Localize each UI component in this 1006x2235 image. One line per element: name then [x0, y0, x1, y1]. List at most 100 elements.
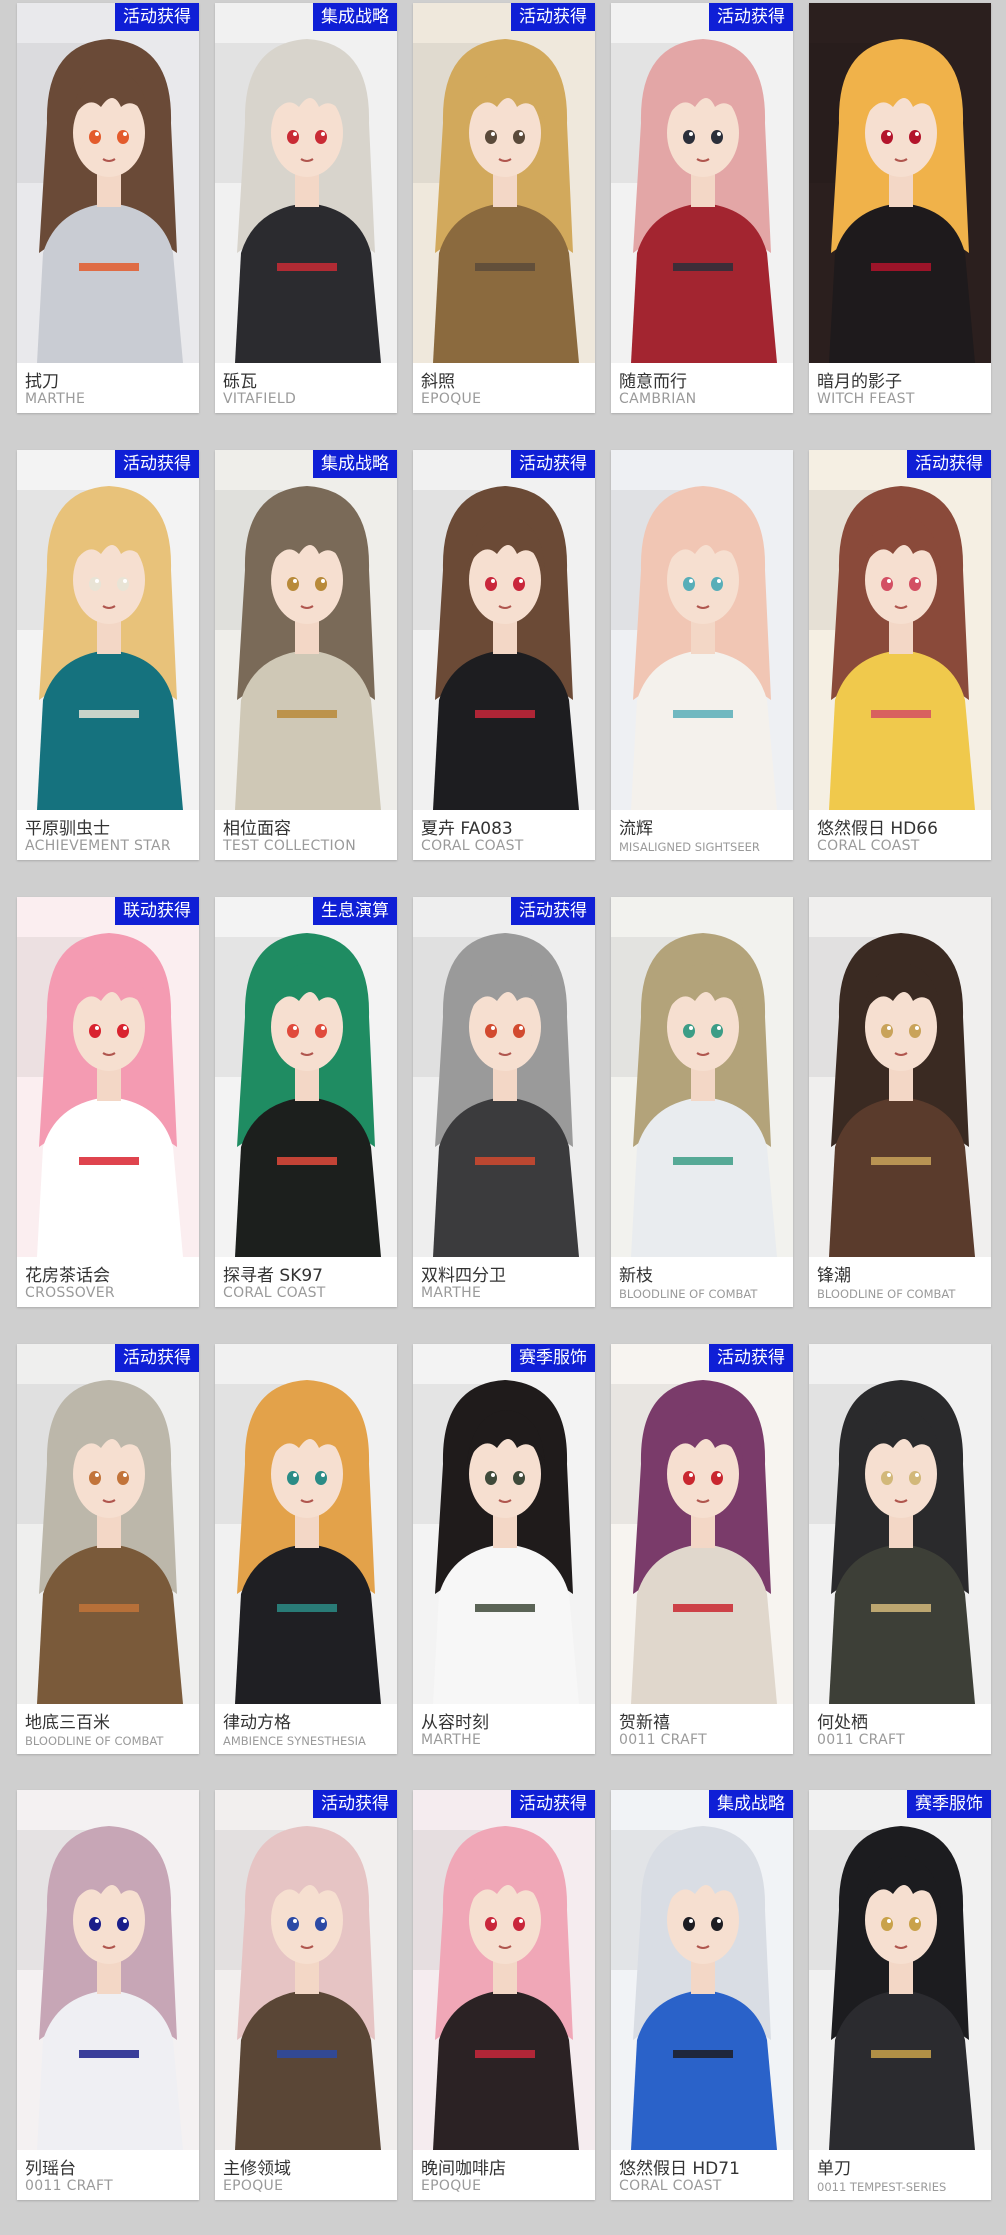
skin-name: 晚间咖啡店	[421, 2159, 506, 2179]
skin-card[interactable]: 活动获得悠然假日 HD66 CORAL COAST	[809, 450, 991, 860]
portrait-illustration	[215, 1790, 397, 2150]
acquisition-badge: 活动获得	[511, 3, 595, 31]
skin-name: 砾瓦	[223, 372, 257, 392]
skin-card[interactable]: 新枝 BLOODLINE OF COMBAT	[611, 897, 793, 1307]
skin-series: CORAL COAST	[223, 1285, 326, 1301]
skin-card[interactable]: 律动方格 AMBIENCE SYNESTHESIA	[215, 1344, 397, 1754]
portrait-illustration	[215, 1344, 397, 1704]
portrait-illustration	[809, 3, 991, 363]
skin-name: 主修领域	[223, 2159, 291, 2179]
acquisition-badge: 集成战略	[313, 3, 397, 31]
skin-portrait	[17, 1344, 199, 1704]
skin-card[interactable]: 活动获得 平原驯虫士 ACHIEVEMENT STAR	[17, 450, 199, 860]
acquisition-badge: 集成战略	[709, 1790, 793, 1818]
skin-name: 探寻者 SK97	[223, 1266, 323, 1286]
skin-series: BLOODLINE OF COMBAT	[25, 1734, 164, 1748]
acquisition-badge: 联动获得	[115, 897, 199, 925]
skin-card[interactable]: 集成战略 相位面容 TEST COLLECTION	[215, 450, 397, 860]
skin-card[interactable]: 活动获得 主修领域 EPOQUE	[215, 1790, 397, 2200]
skin-card[interactable]: 活动获得 贺新禧 0011 CRAFT	[611, 1344, 793, 1754]
skin-portrait	[809, 3, 991, 363]
skin-card[interactable]: 活动获得拭刀 MARTHE	[17, 3, 199, 413]
portrait-illustration	[413, 3, 595, 363]
skin-series: MISALIGNED SIGHTSEER	[619, 840, 760, 854]
portrait-illustration	[17, 3, 199, 363]
skin-series: EPOQUE	[223, 2178, 284, 2194]
portrait-illustration	[413, 897, 595, 1257]
portrait-illustration	[809, 897, 991, 1257]
skin-series: AMBIENCE SYNESTHESIA	[223, 1734, 366, 1748]
acquisition-badge: 赛季服饰	[511, 1344, 595, 1372]
acquisition-badge: 活动获得	[511, 1790, 595, 1818]
skin-portrait	[413, 3, 595, 363]
acquisition-badge: 活动获得	[907, 450, 991, 478]
skin-card[interactable]: 暗月的影子 WITCH FEAST	[809, 3, 991, 413]
skin-portrait	[611, 450, 793, 810]
acquisition-badge: 活动获得	[709, 1344, 793, 1372]
skin-series: MARTHE	[25, 391, 86, 407]
skin-card[interactable]: 赛季服饰 从容时刻 MARTHE	[413, 1344, 595, 1754]
portrait-illustration	[611, 1344, 793, 1704]
portrait-illustration	[17, 897, 199, 1257]
skin-series: MARTHE	[421, 1732, 482, 1748]
portrait-illustration	[17, 450, 199, 810]
skin-card[interactable]: 集成战略 悠然假日 HD71 CORAL COAST	[611, 1790, 793, 2200]
portrait-illustration	[809, 450, 991, 810]
skin-portrait	[17, 1790, 199, 2150]
skin-name: 锋潮	[817, 1266, 851, 1286]
skin-name: 地底三百米	[25, 1713, 110, 1733]
skin-name: 单刀	[817, 2159, 851, 2179]
skin-series: CORAL COAST	[421, 838, 524, 854]
portrait-illustration	[809, 1344, 991, 1704]
acquisition-badge: 赛季服饰	[907, 1790, 991, 1818]
skin-card[interactable]: 生息演算 探寻者 SK97 CORAL COAST	[215, 897, 397, 1307]
acquisition-badge: 活动获得	[709, 3, 793, 31]
skin-series: CROSSOVER	[25, 1285, 115, 1301]
skin-series: EPOQUE	[421, 2178, 482, 2194]
portrait-illustration	[809, 1790, 991, 2150]
skin-card[interactable]: 赛季服饰 单刀 0011 TEMPEST-SERIES	[809, 1790, 991, 2200]
skin-portrait	[611, 3, 793, 363]
skin-portrait	[17, 3, 199, 363]
skin-portrait	[611, 897, 793, 1257]
skin-series: ACHIEVEMENT STAR	[25, 838, 171, 854]
acquisition-badge: 活动获得	[115, 1344, 199, 1372]
skin-name: 平原驯虫士	[25, 819, 110, 839]
skin-card[interactable]: 集成战略 砾瓦 VITAFIELD	[215, 3, 397, 413]
portrait-illustration	[611, 897, 793, 1257]
skin-card[interactable]: 活动获得 双料四分卫 MARTHE	[413, 897, 595, 1307]
skin-series: WITCH FEAST	[817, 391, 915, 407]
skin-card[interactable]: 流辉 MISALIGNED SIGHTSEER	[611, 450, 793, 860]
skin-card[interactable]: 联动获得 花房茶话会 CROSSOVER	[17, 897, 199, 1307]
acquisition-badge: 活动获得	[115, 3, 199, 31]
skin-name: 律动方格	[223, 1713, 291, 1733]
skin-name: 拭刀	[25, 372, 59, 392]
skin-card[interactable]: 何处栖 0011 CRAFT	[809, 1344, 991, 1754]
skin-name: 贺新禧	[619, 1713, 670, 1733]
skin-portrait	[809, 1790, 991, 2150]
portrait-illustration	[17, 1790, 199, 2150]
skin-card[interactable]: 活动获得 随意而行 CAMBRIAN	[611, 3, 793, 413]
skin-portrait	[215, 1344, 397, 1704]
skin-card[interactable]: 锋潮 BLOODLINE OF COMBAT	[809, 897, 991, 1307]
skin-name: 夏卉 FA083	[421, 819, 513, 839]
skin-portrait	[611, 1790, 793, 2150]
skin-portrait	[413, 897, 595, 1257]
skin-name: 暗月的影子	[817, 372, 902, 392]
skin-portrait	[17, 450, 199, 810]
skin-card[interactable]: 活动获得晚间咖啡店 EPOQUE	[413, 1790, 595, 2200]
skin-card[interactable]: 活动获得 夏卉 FA083 CORAL COAST	[413, 450, 595, 860]
skin-grid: 活动获得 拭刀 MARTHE 集成战略 砾瓦 VITAFIELD 活动获得 斜照 EPOQUE 活…	[0, 0, 1006, 2235]
skin-card[interactable]: 活动获得 斜照 EPOQUE	[413, 3, 595, 413]
skin-name: 流辉	[619, 819, 653, 839]
skin-name: 斜照	[421, 372, 455, 392]
portrait-illustration	[17, 1344, 199, 1704]
skin-portrait	[17, 897, 199, 1257]
skin-name: 列瑶台	[25, 2159, 76, 2179]
skin-series: CORAL COAST	[817, 838, 920, 854]
skin-card[interactable]: 列瑶台 0011 CRAFT	[17, 1790, 199, 2200]
skin-portrait	[215, 450, 397, 810]
portrait-illustration	[215, 3, 397, 363]
skin-card[interactable]: 活动获得地底三百米 BLOODLINE OF COMBAT	[17, 1344, 199, 1754]
skin-name: 悠然假日 HD66	[817, 819, 938, 839]
